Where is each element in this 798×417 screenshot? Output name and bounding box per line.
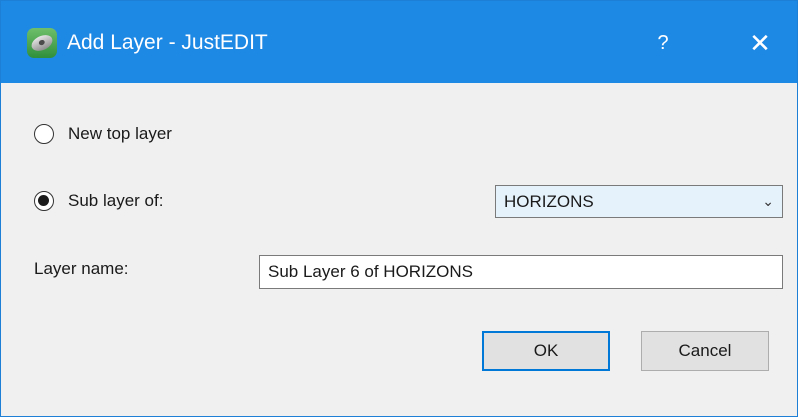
window-title: Add Layer - JustEDIT bbox=[67, 31, 268, 54]
help-button[interactable]: ? bbox=[641, 23, 685, 63]
parent-layer-value: HORIZONS bbox=[504, 192, 594, 211]
title-bar: Add Layer - JustEDIT ? ✕ bbox=[1, 1, 797, 83]
close-button[interactable]: ✕ bbox=[735, 21, 785, 65]
add-layer-dialog: Add Layer - JustEDIT ? ✕ New top layer S… bbox=[0, 0, 798, 417]
layer-name-input[interactable] bbox=[259, 255, 783, 289]
cancel-button[interactable]: Cancel bbox=[641, 331, 769, 371]
new-top-layer-option[interactable]: New top layer bbox=[34, 120, 172, 148]
layer-name-label: Layer name: bbox=[34, 259, 129, 278]
app-icon bbox=[27, 28, 57, 58]
sub-layer-option[interactable]: Sub layer of: bbox=[34, 187, 163, 215]
sub-layer-label: Sub layer of: bbox=[68, 191, 164, 210]
new-top-layer-label: New top layer bbox=[68, 124, 172, 143]
parent-layer-select[interactable]: HORIZONS ⌄ bbox=[495, 185, 783, 218]
ok-button[interactable]: OK bbox=[482, 331, 610, 371]
new-top-layer-radio[interactable] bbox=[34, 124, 54, 144]
sub-layer-radio[interactable] bbox=[34, 191, 54, 211]
chevron-down-icon: ⌄ bbox=[762, 193, 774, 209]
